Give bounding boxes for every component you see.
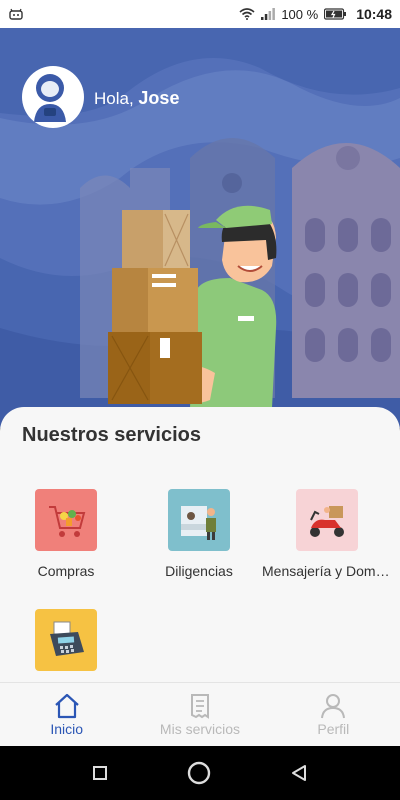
delivery-scooter-icon <box>296 489 358 551</box>
bottom-navigation: Inicio Mis servicios Perfil <box>0 682 400 746</box>
nav-label: Mis servicios <box>159 720 241 737</box>
recents-icon[interactable] <box>92 765 108 781</box>
shopping-cart-icon <box>35 489 97 551</box>
user-name: Jose <box>138 88 180 108</box>
service-label: Compras <box>37 563 95 579</box>
services-panel: Nuestros servicios Compras Diligencias M… <box>0 407 400 682</box>
nav-mis-servicios[interactable]: Mis servicios <box>133 683 266 746</box>
battery-percentage: 100 % <box>281 6 319 22</box>
service-label: Mensajería y Domicilios <box>262 563 392 579</box>
nav-label: Perfil <box>317 720 350 737</box>
greeting-prefix: Hola, <box>94 89 134 108</box>
section-title: Nuestros servicios <box>22 424 201 446</box>
android-icon <box>9 8 23 20</box>
service-pagos[interactable] <box>1 609 131 683</box>
service-diligencias[interactable]: Diligencias <box>134 489 264 579</box>
service-label: Diligencias <box>165 563 233 579</box>
user-avatar[interactable] <box>22 66 84 128</box>
status-bar: 100 % 10:48 <box>0 0 400 28</box>
home-icon <box>54 693 79 718</box>
nav-label: Inicio <box>50 720 83 737</box>
greeting: Hola, Jose <box>94 88 179 109</box>
service-compras[interactable]: Compras <box>1 489 131 579</box>
errand-counter-icon <box>168 489 230 551</box>
system-navigation-bar <box>0 746 400 800</box>
home-button-icon[interactable] <box>186 760 212 786</box>
battery-icon <box>324 8 347 20</box>
user-icon <box>321 693 346 718</box>
signal-icon <box>261 8 276 20</box>
payment-terminal-icon <box>35 609 97 671</box>
astronaut-avatar-icon <box>34 74 66 122</box>
nav-inicio[interactable]: Inicio <box>0 683 133 746</box>
clock: 10:48 <box>356 6 392 22</box>
back-icon[interactable] <box>290 764 308 782</box>
receipt-icon <box>190 693 209 719</box>
service-mensajeria[interactable]: Mensajería y Domicilios <box>262 489 392 579</box>
hero-banner: Hola, Jose <box>0 28 400 428</box>
nav-perfil[interactable]: Perfil <box>267 683 400 746</box>
wifi-icon <box>239 8 255 20</box>
